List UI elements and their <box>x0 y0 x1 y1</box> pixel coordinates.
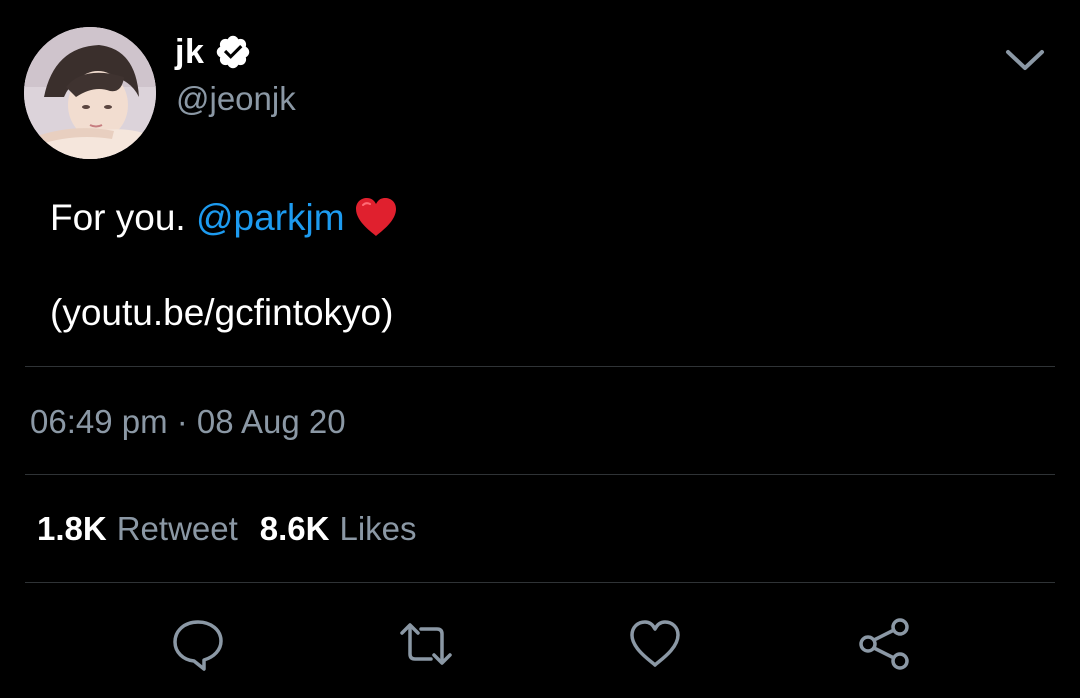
tweet-text: For you. @parkjm <box>50 192 399 244</box>
avatar[interactable] <box>24 27 156 159</box>
divider <box>25 474 1055 475</box>
mention-link[interactable]: @parkjm <box>196 197 345 238</box>
divider <box>25 582 1055 583</box>
chevron-down-icon[interactable] <box>1003 40 1047 80</box>
like-count[interactable]: 8.6K <box>260 510 330 548</box>
tweet-timestamp[interactable]: 06:49 pm · 08 Aug 20 <box>30 403 346 441</box>
tweet-link-text: (youtu.be/gcfintokyo) <box>50 292 394 333</box>
divider <box>25 366 1055 367</box>
retweet-label[interactable]: Retweet <box>117 510 238 548</box>
display-name-row: jk <box>175 30 252 74</box>
red-heart-icon <box>353 196 399 238</box>
avatar-image <box>24 27 156 159</box>
user-handle[interactable]: @jeonjk <box>176 80 296 118</box>
tweet-text-prefix: For you. <box>50 197 196 238</box>
verified-badge-icon <box>214 33 252 71</box>
like-icon[interactable] <box>627 616 683 672</box>
like-label[interactable]: Likes <box>340 510 417 548</box>
tweet-stats: 1.8K Retweet 8.6K Likes <box>37 510 417 548</box>
display-name[interactable]: jk <box>175 33 204 72</box>
reply-icon[interactable] <box>170 616 226 672</box>
share-icon[interactable] <box>856 616 912 672</box>
tweet-card: jk @jeonjk For you. @parkjm (youtu.be/gc… <box>0 0 1080 698</box>
retweet-count[interactable]: 1.8K <box>37 510 107 548</box>
retweet-icon[interactable] <box>398 616 454 672</box>
